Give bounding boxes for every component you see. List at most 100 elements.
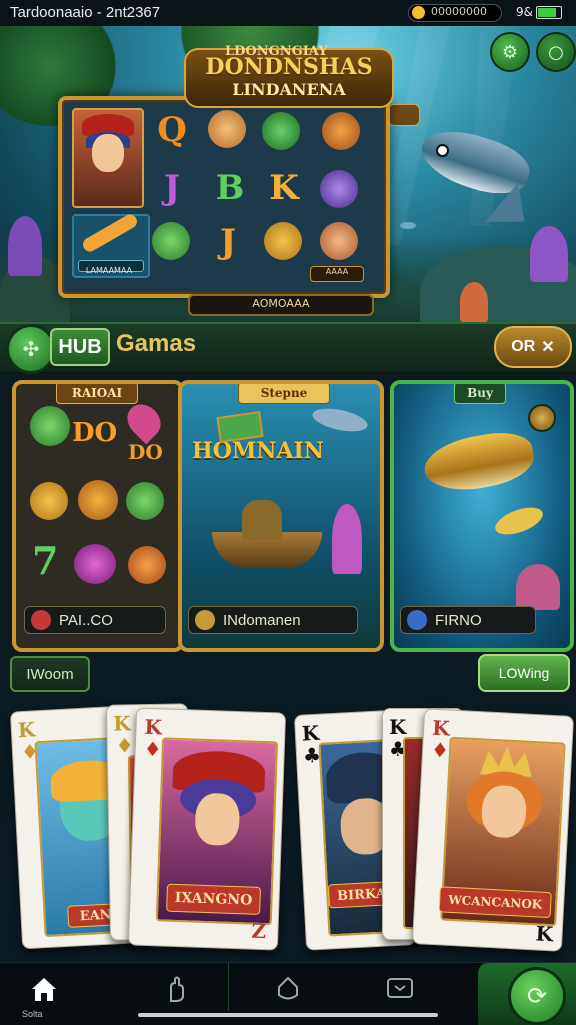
card-caption: FIRNO: [400, 606, 536, 634]
card-caption-text: PAI..CO: [59, 611, 113, 629]
small-fish: [491, 502, 547, 540]
status-bar: Tardoonaaio - 2nt2367 00000000 9&: [0, 0, 576, 26]
hero-title-top: LDONGNGIAY: [225, 44, 328, 59]
seven-symbol: 7: [32, 538, 59, 583]
symbol-text: DO: [128, 440, 163, 464]
game-icon: [407, 610, 427, 630]
character-face: [194, 792, 241, 847]
shield-icon: [278, 976, 298, 1000]
settings-button[interactable]: ⚙: [490, 32, 530, 72]
hero-tag[interactable]: [388, 104, 420, 126]
home-indicator: [138, 1013, 438, 1017]
grid-icon: ✣: [22, 337, 40, 361]
panel-label: AAAA: [310, 266, 364, 282]
hub-right-button[interactable]: OR ✕: [494, 326, 572, 368]
card-caption-text: FIRNO: [435, 611, 482, 629]
battery-icon: [536, 6, 562, 19]
heart-icon: [120, 397, 168, 445]
gear-icon: ⚙: [501, 41, 519, 63]
circle-icon: ○: [548, 41, 564, 63]
game-icon: [31, 610, 51, 630]
hero-progress-bar: AOMOAAA: [188, 294, 374, 316]
chat-icon: [387, 978, 413, 998]
status-title: Tardoonaaio - 2nt2367: [10, 4, 161, 21]
card-caption: PAI..CO: [24, 606, 166, 634]
reel-symbol-orb: [322, 112, 360, 150]
card-rank: K: [431, 715, 451, 741]
coral: [460, 282, 488, 322]
reel-symbol-orb: [208, 110, 246, 148]
nav-shield[interactable]: [268, 969, 308, 1009]
coral: [516, 564, 560, 610]
symbol-orb: [30, 482, 68, 520]
home-icon: [32, 978, 56, 1001]
nav-hand[interactable]: [156, 969, 196, 1009]
symbol-text: DO: [72, 418, 118, 448]
playing-card[interactable]: K ♦ IXANGNO Z: [127, 707, 287, 951]
refresh-button[interactable]: ⟳: [508, 967, 566, 1025]
game-card-adventure[interactable]: Stepne HOMNAIN INdomanen: [178, 380, 384, 652]
hero-bar-label: AOMOAAA: [252, 297, 310, 310]
game-card-slots[interactable]: RAIOAI DO DO 7 PAI..CO: [12, 380, 184, 652]
right-action-button[interactable]: LOWing: [478, 654, 570, 692]
bottom-nav: Solta ⟳: [0, 962, 576, 1025]
fish-eye: [436, 144, 449, 157]
left-action-button[interactable]: IWoom: [10, 656, 90, 692]
card-banner: Buy: [454, 384, 506, 404]
game-card-fishing[interactable]: Buy FIRNO: [390, 380, 574, 652]
games-heading: Gamas: [116, 330, 197, 357]
card-rank-bottom: Z: [251, 918, 267, 944]
hub-menu-button[interactable]: ✣: [6, 324, 56, 374]
card-rank: K: [144, 714, 163, 740]
reel-symbol-orb: [264, 222, 302, 260]
nav-divider: [228, 963, 229, 1011]
reel-symbol: J: [219, 222, 237, 262]
golden-fish: [420, 426, 538, 498]
balance-value: 00000000: [431, 5, 487, 18]
reel-symbol-orb: [152, 222, 190, 260]
reel-symbol: B: [215, 168, 245, 208]
nav-home-label: Solta: [22, 1009, 43, 1019]
nav-chat[interactable]: [380, 969, 420, 1009]
symbol-orb: [128, 546, 166, 584]
card-rank: K: [113, 711, 131, 736]
coin-button[interactable]: [528, 404, 556, 432]
playing-card[interactable]: K ♦ WCANCANOK K: [411, 708, 575, 952]
coral: [530, 226, 568, 282]
reel-symbol: Q: [157, 110, 187, 150]
profile-button[interactable]: ○: [536, 32, 576, 72]
symbol-orb: [126, 482, 164, 520]
card-suit: ♦: [143, 736, 163, 762]
card-banner: Stepne: [238, 384, 330, 404]
card-rank-bottom: K: [535, 921, 554, 947]
hub-pill[interactable]: HUB: [50, 328, 110, 366]
card-banner: RAIOAI: [56, 384, 138, 404]
hero-subtitle: LINDANENA: [232, 80, 346, 99]
close-icon: ✕: [541, 339, 555, 356]
coral: [332, 504, 362, 574]
coral: [8, 216, 42, 276]
small-fish: [400, 222, 416, 229]
balance-pill[interactable]: 00000000: [408, 4, 502, 22]
character-face: [480, 784, 528, 839]
hero-portrait: [72, 108, 144, 208]
reel-symbol: K: [269, 168, 299, 208]
reel-symbol: J: [163, 168, 181, 208]
panel-label: LAMAAMAA: [85, 266, 133, 275]
figurehead: [242, 500, 282, 540]
card-rank: K: [17, 717, 36, 743]
symbol-orb: [30, 406, 70, 446]
hand-icon: [170, 976, 184, 1002]
symbol-orb: [78, 480, 118, 520]
nav-home[interactable]: [24, 969, 64, 1009]
card-rank: K: [389, 715, 407, 739]
game-icon: [195, 610, 215, 630]
card-suit: ♦: [430, 737, 450, 763]
symbol-orb: [74, 544, 116, 584]
fish-icon: [310, 404, 370, 436]
refresh-icon: ⟳: [526, 982, 548, 1010]
card-ribbon: IXANGNO: [166, 883, 262, 915]
card-suit: ♦: [115, 733, 134, 758]
card-caption: INdomanen: [188, 606, 358, 634]
card-rank: K: [301, 720, 320, 746]
